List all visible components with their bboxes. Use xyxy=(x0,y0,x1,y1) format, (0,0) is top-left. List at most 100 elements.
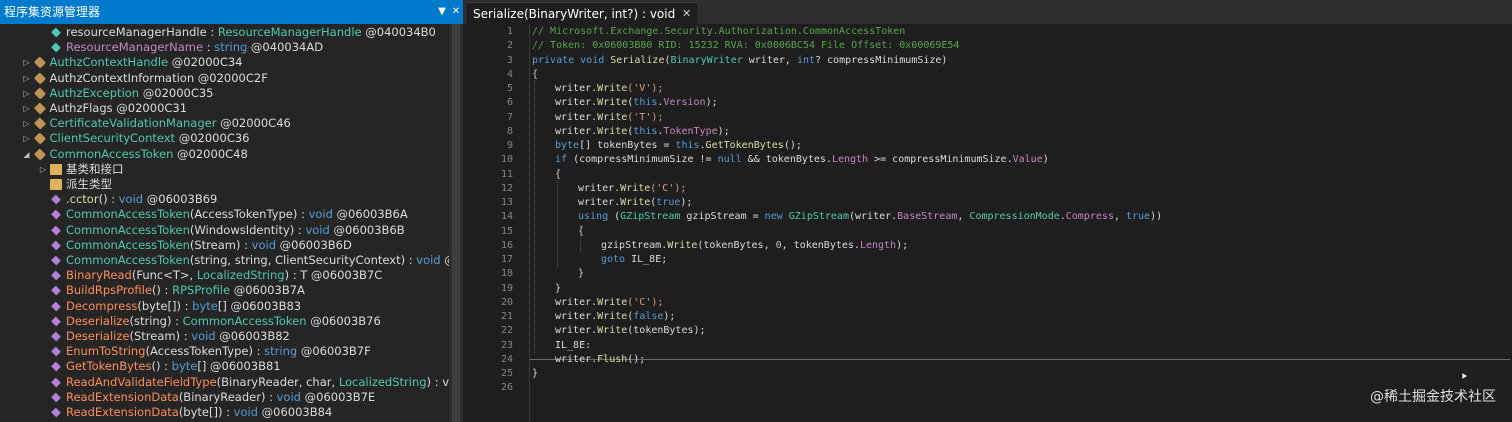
tree-item[interactable]: CommonAccessToken(WindowsIdentity) : voi… xyxy=(0,223,449,238)
tree-item-text: @06003B7F xyxy=(297,344,371,359)
assembly-explorer-panel: 程序集资源管理器 ▼ ✕ resourceManagerHandle : Res… xyxy=(0,0,463,422)
code-token: Serialize xyxy=(610,54,665,66)
expand-arrow-icon[interactable]: ▷ xyxy=(22,131,32,146)
expand-arrow-icon[interactable]: ▷ xyxy=(22,71,32,86)
collapse-arrow-icon[interactable]: ◢ xyxy=(22,147,32,162)
code-token: using xyxy=(578,211,615,223)
tree-item-label: CommonAccessToken(Stream) : void @06003B… xyxy=(66,238,352,253)
tree-item-text: AuthzContextInformation xyxy=(49,70,195,85)
tree-item[interactable]: ▷ ClientSecurityContext @02000C36 xyxy=(0,131,449,146)
tree-item[interactable]: Deserialize(string) : CommonAccessToken … xyxy=(0,314,449,329)
tree-item-label: CommonAccessToken(WindowsIdentity) : voi… xyxy=(66,223,405,238)
tree-item-text: Deserialize xyxy=(66,329,130,343)
code-token: && tokenBytes. xyxy=(747,154,832,166)
tree-item-text: AuthzFlags xyxy=(49,101,113,115)
line-number: 10 xyxy=(500,154,513,166)
tree-item[interactable]: CommonAccessToken(string, string, Client… xyxy=(0,253,449,268)
tree-item-text: void xyxy=(305,222,330,237)
class-icon xyxy=(33,102,46,115)
method-icon xyxy=(51,362,61,372)
line-number: 11 xyxy=(500,168,513,180)
tree-item-text: ) : voic xyxy=(426,374,449,389)
line-number: 14 xyxy=(500,211,513,223)
tree-item-label: ReadAndValidateFieldType(BinaryReader, c… xyxy=(66,375,449,390)
code-token: this xyxy=(675,140,700,151)
line-number: 24 xyxy=(500,353,513,365)
code-token: ('T'); xyxy=(627,111,664,123)
tree-item[interactable]: Deserialize(Stream) : void @06003B82 xyxy=(0,329,449,344)
tree-item[interactable]: ReadExtensionData(byte[]) : void @06003B… xyxy=(0,405,449,420)
expand-arrow-icon[interactable]: ▷ xyxy=(22,116,32,131)
line-number: 20 xyxy=(500,296,513,308)
code-token: this xyxy=(633,125,658,137)
tab-close-icon[interactable]: ✕ xyxy=(682,3,691,25)
tree-item-label: resourceManagerHandle : ResourceManagerH… xyxy=(66,25,436,40)
tree-item[interactable]: CommonAccessToken(AccessTokenType) : voi… xyxy=(0,207,449,222)
code-token: Length xyxy=(831,154,875,166)
tree-item[interactable]: ▷ AuthzFlags @02000C31 xyxy=(0,101,449,116)
expand-arrow-icon[interactable]: ▷ xyxy=(22,55,32,70)
tree-item-label: Decompress(byte[]) : byte[] @06003B83 xyxy=(66,299,301,314)
code-line: byte[] tokenBytes = this.GetTokenBytes()… xyxy=(555,139,802,153)
tree-item-text: string xyxy=(214,40,248,55)
code-token: } xyxy=(532,368,539,379)
editor-tab-strip: Serialize(BinaryWriter, int?) : void ✕ xyxy=(463,0,1512,24)
tree-item[interactable]: ▷ 基类和接口 xyxy=(0,162,449,177)
expand-arrow-icon[interactable]: ▷ xyxy=(22,86,32,101)
tree-item[interactable]: resourceManagerHandle : ResourceManagerH… xyxy=(0,25,449,40)
tree-item[interactable]: BuildRpsProfile() : RPSProfile @06003B7A xyxy=(0,283,449,298)
tree-item[interactable]: ◢ CommonAccessToken @02000C48 xyxy=(0,147,449,162)
method-icon xyxy=(51,255,61,266)
tree-item[interactable]: ReadAndValidateFieldType(BinaryReader, c… xyxy=(0,375,449,390)
tree-item-label: GetTokenBytes() : byte[] @06003B81 xyxy=(66,359,281,374)
tree-item[interactable]: ▷ AuthzContextHandle @02000C34 xyxy=(0,55,449,70)
code-token: ) xyxy=(1042,154,1049,166)
close-icon[interactable]: ✕ xyxy=(449,0,463,24)
explorer-scrollbar[interactable] xyxy=(449,24,463,422)
tree-item[interactable]: 派生类型 xyxy=(0,177,449,192)
tree-item-label: AuthzContextHandle @02000C34 xyxy=(50,55,243,70)
code-token: writer. xyxy=(555,125,598,137)
code-line: if (compressMinimumSize != null && token… xyxy=(555,153,1049,167)
code-token: writer. xyxy=(555,111,598,123)
line-number: 17 xyxy=(500,254,513,265)
tree-item[interactable]: ▷ CertificateValidationManager @02000C46 xyxy=(0,116,449,131)
code-line: // Token: 0x06003B80 RID: 15232 RVA: 0x0… xyxy=(532,39,959,53)
code-line: using (GZipStream gzipStream = new GZipS… xyxy=(578,210,1162,224)
code-token: TokenType xyxy=(663,125,718,137)
tree-item[interactable]: BinaryRead(Func<T>, LocalizedString) : T… xyxy=(0,268,449,283)
tree-item[interactable]: Decompress(byte[]) : byte[] @06003B83 xyxy=(0,299,449,314)
expand-arrow-icon[interactable]: ▷ xyxy=(38,162,48,177)
code-token: writer. xyxy=(555,83,598,94)
code-line: writer.Flush(); xyxy=(555,353,645,367)
code-token: byte xyxy=(555,140,580,151)
tree-item[interactable]: EnumToString(AccessTokenType) : string @… xyxy=(0,344,449,359)
code-line: writer.Write('V'); xyxy=(555,82,663,96)
field-icon xyxy=(51,42,61,53)
tree-item[interactable]: ResourceManagerName : string @040034AD xyxy=(0,40,449,55)
indent-guide xyxy=(557,167,558,268)
code-line: } xyxy=(555,282,561,296)
code-text[interactable]: // Microsoft.Exchange.Security.Authoriza… xyxy=(529,24,1510,422)
tree-item[interactable]: ReadExtensionData(BinaryReader) : void @… xyxy=(0,390,449,405)
tree-item-text: () : xyxy=(98,192,119,207)
tree-item-text: @0 xyxy=(441,253,449,267)
tree-item-label: CertificateValidationManager @02000C46 xyxy=(50,116,291,131)
assembly-explorer-header: 程序集资源管理器 ▼ ✕ xyxy=(0,0,463,24)
tree-item[interactable]: .cctor() : void @06003B69 xyxy=(0,192,449,207)
tab-serialize-method[interactable]: Serialize(BinaryWriter, int?) : void ✕ xyxy=(467,2,698,25)
explorer-scrollbar-thumb[interactable] xyxy=(452,24,460,422)
tree-item-text: () : xyxy=(151,283,173,298)
tree-item-text: @040034AD xyxy=(247,40,324,55)
code-area[interactable]: 1 2 3 4 5 6 7 8 9 10 11 12 13 14 15 16 17 18 19 20 21 22 23 24 2… xyxy=(463,24,1512,422)
tree-item-label: Deserialize(Stream) : void @06003B82 xyxy=(66,329,290,344)
tree-item[interactable]: GetTokenBytes() : byte[] @06003B81 xyxy=(0,359,449,374)
tree-item[interactable]: ▷ AuthzContextInformation @02000C2F xyxy=(0,71,449,86)
expand-arrow-icon[interactable]: ▷ xyxy=(22,101,32,116)
tree-item-text: GetTokenBytes xyxy=(66,359,152,374)
tree-item[interactable]: ▷ AuthzException @02000C35 xyxy=(0,86,449,101)
code-token: // Token: 0x06003B80 RID: 15232 RVA: 0x0… xyxy=(532,40,960,52)
tree-item[interactable]: CommonAccessToken(Stream) : void @06003B… xyxy=(0,238,449,253)
tree-item-text: void xyxy=(118,192,144,207)
dropdown-icon[interactable]: ▼ xyxy=(435,0,449,24)
